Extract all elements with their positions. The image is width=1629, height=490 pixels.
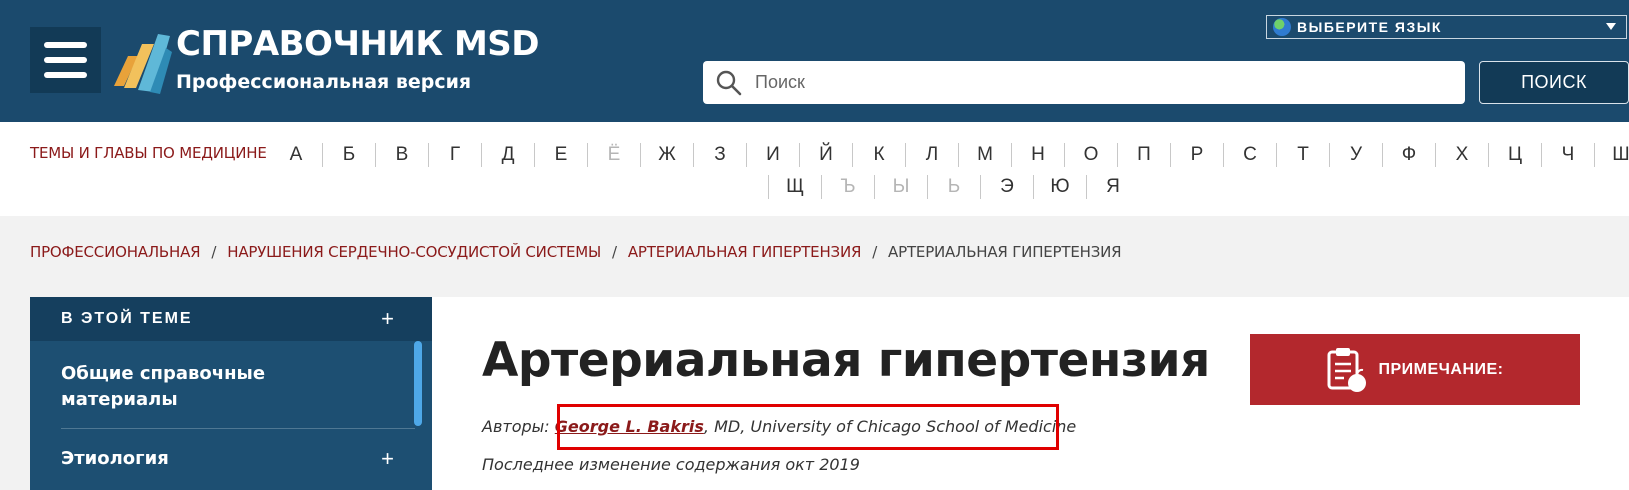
site-header: СПРАВОЧНИК MSD Профессиональная версия В… <box>0 0 1629 122</box>
alphabet-letter-link[interactable]: Л <box>906 142 958 167</box>
sidebar-header[interactable]: В ЭТОЙ ТЕМЕ + <box>30 297 432 341</box>
alphabet-letter-link[interactable]: И <box>747 142 799 167</box>
alphabet-letter-link[interactable]: О <box>1065 142 1117 167</box>
search-icon <box>716 70 742 95</box>
brand-subtitle[interactable]: Профессиональная версия <box>176 71 471 93</box>
search-button[interactable]: ПОИСК <box>1479 61 1629 104</box>
chevron-down-icon <box>1606 23 1616 30</box>
alphabet-letter-link: Ъ <box>840 176 856 197</box>
globe-icon <box>1273 18 1291 36</box>
plus-icon[interactable]: + <box>381 308 394 330</box>
alphabet-letter-link[interactable]: С <box>1224 142 1276 167</box>
authors-prefix: Авторы: <box>482 417 550 436</box>
breadcrumb-separator: / <box>211 243 217 261</box>
alphabet-nav: ТЕМЫ И ГЛАВЫ ПО МЕДИЦИНЕ АБВГДЕЁЖЗИЙКЛМН… <box>0 122 1629 216</box>
note-button[interactable]: ПРИМЕЧАНИЕ: <box>1250 334 1580 405</box>
breadcrumb-link[interactable]: НАРУШЕНИЯ СЕРДЕЧНО-СОСУДИСТОЙ СИСТЕМЫ <box>227 243 601 261</box>
alphabet-letter-link[interactable]: Й <box>800 142 852 167</box>
alphabet-letter-link[interactable]: В <box>376 142 428 167</box>
menu-line <box>44 42 87 48</box>
alphabet-letter-link[interactable]: Д <box>482 142 534 167</box>
brand-title[interactable]: СПРАВОЧНИК MSD <box>176 24 540 64</box>
alphabet-letter-link[interactable]: Ф <box>1383 142 1435 167</box>
note-button-label: ПРИМЕЧАНИЕ: <box>1378 360 1504 378</box>
breadcrumb-link[interactable]: АРТЕРИАЛЬНАЯ ГИПЕРТЕНЗИЯ <box>628 243 862 261</box>
alphabet-letter-link[interactable]: Н <box>1012 142 1064 167</box>
menu-line <box>44 57 87 63</box>
alphabet-letter-link[interactable]: Э <box>981 174 1033 199</box>
sidebar-scrollbar[interactable] <box>414 341 422 426</box>
alphabet-letter-link[interactable]: П <box>1118 142 1170 167</box>
clipboard-apple-icon <box>1327 347 1367 392</box>
alphabet-letter-link[interactable]: К <box>853 142 905 167</box>
alphabet-letter-link[interactable]: Ц <box>1489 142 1541 167</box>
alphabet-letter-link[interactable]: А <box>270 142 322 167</box>
sidebar-item-general-references[interactable]: Общие справочные материалы <box>61 361 341 413</box>
alphabet-letter-link[interactable]: З <box>694 142 746 167</box>
language-select-label: ВЫБЕРИТЕ ЯЗЫК <box>1297 19 1442 35</box>
alphabet-row: АБВГДЕЁЖЗИЙКЛМНОПРСТУФХЦЧШ <box>270 142 1629 167</box>
alphabet-letter-link[interactable]: Т <box>1277 142 1329 167</box>
language-select[interactable]: ВЫБЕРИТЕ ЯЗЫК <box>1266 15 1627 39</box>
alphabet-row: ЩЪ Ы ЬЭЮЯ <box>768 174 1139 199</box>
sidebar-item-etiology[interactable]: Этиология <box>61 448 169 469</box>
breadcrumb-separator: / <box>872 243 878 261</box>
sidebar-divider <box>61 428 415 429</box>
last-updated: Последнее изменение содержания окт 2019 <box>482 455 860 474</box>
search-box[interactable] <box>703 61 1465 104</box>
alphabet-letter-link[interactable]: Х <box>1436 142 1488 167</box>
sidebar-header-label: В ЭТОЙ ТЕМЕ <box>61 310 193 327</box>
alphabet-letter-link: Ь <box>947 176 961 197</box>
alphabet-letter-link[interactable]: Ш <box>1595 142 1629 167</box>
breadcrumb-link[interactable]: ПРОФЕССИОНАЛЬНАЯ <box>30 243 201 261</box>
alphabet-letter-link[interactable]: Ю <box>1034 174 1086 199</box>
plus-icon[interactable]: + <box>381 446 394 472</box>
alphabet-letter-link[interactable]: Е <box>535 142 587 167</box>
alphabet-letter-link[interactable]: М <box>959 142 1011 167</box>
alphabet-letter-link[interactable]: У <box>1330 142 1382 167</box>
alphabet-letter-link: Ы <box>892 176 910 197</box>
alphabet-letter-link: Ё <box>607 144 621 165</box>
topics-chapters-link[interactable]: ТЕМЫ И ГЛАВЫ ПО МЕДИЦИНЕ <box>30 144 267 162</box>
menu-line <box>44 72 87 78</box>
alphabet-letter-link[interactable]: Щ <box>769 174 821 199</box>
msd-logo-icon[interactable] <box>110 26 172 94</box>
alphabet-letter-link[interactable]: Я <box>1087 174 1139 199</box>
alphabet-letter-link[interactable]: Ч <box>1542 142 1594 167</box>
breadcrumb-separator: / <box>612 243 617 261</box>
search-input[interactable] <box>755 72 1435 93</box>
alphabet-letter-link[interactable]: Б <box>323 142 375 167</box>
alphabet-letter-link[interactable]: Ж <box>641 142 693 167</box>
breadcrumb: ПРОФЕССИОНАЛЬНАЯ / НАРУШЕНИЯ СЕРДЕЧНО-СО… <box>30 243 1122 261</box>
hamburger-menu-button[interactable] <box>30 27 101 93</box>
topic-sidebar: В ЭТОЙ ТЕМЕ + Общие справочные материалы… <box>30 297 432 490</box>
breadcrumb-current: АРТЕРИАЛЬНАЯ ГИПЕРТЕНЗИЯ <box>888 243 1122 261</box>
page-title: Артериальная гипертензия <box>482 333 1210 388</box>
alphabet-letter-link[interactable]: Р <box>1171 142 1223 167</box>
highlight-box <box>557 404 1059 450</box>
alphabet-letter-link[interactable]: Г <box>429 142 481 167</box>
